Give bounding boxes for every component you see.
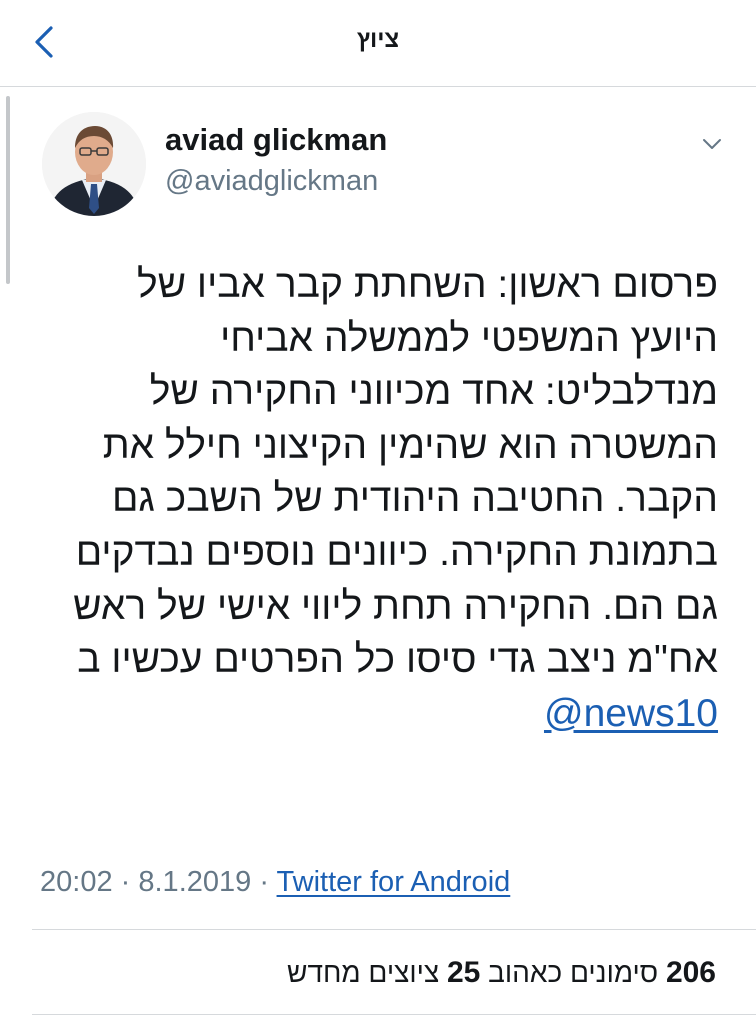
tweet-text-line: בתמונת החקירה. כיוונים נוספים נבדקים [75,530,718,574]
tweet-text-line: מנדלבליט: אחד מכיווני החקירה של [149,370,718,414]
tweet-options-button[interactable] [692,130,732,162]
likes-stat[interactable]: 206 סימונים כאהוב [480,956,716,989]
chevron-down-icon [702,137,722,155]
tweet-meta: 20:02 · 8.1.2019 · Twitter for Android [40,866,510,899]
divider [32,929,756,930]
tweet-detail-page: ציוץ aviad glickman @aviadglickman פרסום… [0,0,756,1024]
author-handle[interactable]: @aviadglickman [165,165,378,198]
retweets-stat[interactable]: 25 ציוצים מחדש [287,956,481,989]
meta-separator: · [120,866,131,898]
tweet-text-line: הקבר. החטיבה היהודית של השבכ גם [111,477,718,521]
page-title: ציוץ [356,26,400,53]
divider [32,1014,756,1015]
likes-label: סימונים כאהוב [488,957,659,988]
author-avatar[interactable] [42,112,146,216]
tweet-date: 8.1.2019 [138,866,252,898]
user-avatar-icon [42,112,146,216]
scroll-indicator[interactable] [6,96,10,284]
retweets-label: ציוצים מחדש [287,957,440,988]
tweet-mention-line: @news10 [28,687,718,741]
tweet-text-line: אח"מ ניצב גדי סיסו כל הפרטים עכשיו ב [77,638,718,682]
retweets-count: 25 [446,956,481,989]
likes-count: 206 [665,956,716,989]
tweet-source-link[interactable]: Twitter for Android [277,866,511,898]
author-name[interactable]: aviad glickman [165,122,387,158]
mention-link[interactable]: @news10 [544,692,718,735]
tweet-text-line: גם הם. החקירה תחת ליווי אישי של ראש [73,584,718,628]
tweet-time: 20:02 [40,866,113,898]
tweet-text-line: המשטרה הוא שהימין הקיצוני חילל את [102,423,718,467]
tweet-text-line: פרסום ראשון: השחתת קבר אביו של [136,263,718,306]
tweet-text-line: היועץ המשפטי לממשלה אביחי [220,316,718,360]
meta-separator: · [259,866,269,898]
tweet-stats: 206 סימונים כאהוב 25 ציוצים מחדש [287,956,716,990]
tweet-text: פרסום ראשון: השחתת קבר אביו של היועץ המש… [28,258,718,740]
top-navigation-bar: ציוץ [0,0,756,87]
